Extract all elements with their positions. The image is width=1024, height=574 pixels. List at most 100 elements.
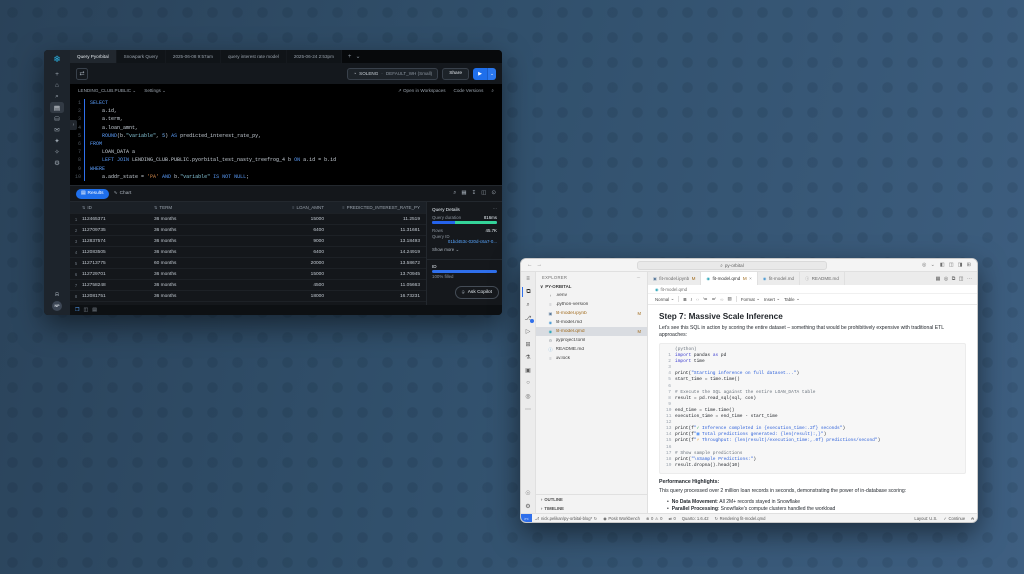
file-item-fit-model.md[interactable]: ◉fit-model.md — [536, 318, 647, 327]
link-icon[interactable]: ∞ — [720, 297, 723, 302]
panel-collapse-chevron[interactable]: › — [70, 120, 77, 130]
explorer-kebab-icon[interactable]: ⋯ — [637, 275, 642, 280]
editor-tab[interactable]: ◉fit-model.qmdM× — [701, 272, 757, 285]
search-icon[interactable]: ⌕ — [50, 91, 64, 102]
column-header[interactable]: ⇅ID — [82, 205, 154, 210]
notifications-bell-icon[interactable]: ⍾ — [968, 516, 977, 521]
context-selector[interactable]: ◔ SOLENG · DEFAULT_WH (Small) — [347, 68, 438, 80]
file-item-pyproject.toml[interactable]: ⚙pyproject.toml — [536, 336, 647, 345]
breadcrumb[interactable]: ◉ fit-model.qmd — [648, 285, 977, 294]
home-icon[interactable]: ⌂ — [50, 80, 64, 91]
table-row[interactable]: 811208175136 months1800016.73231 — [70, 291, 426, 302]
outline-section[interactable]: ›OUTLINE — [536, 495, 647, 504]
image-icon[interactable]: ▨ — [727, 296, 731, 302]
keyboard-layout-item[interactable]: Layout: U.S. — [911, 516, 940, 521]
italic-icon[interactable]: I — [691, 297, 692, 302]
file-item-README.md[interactable]: ⓘREADME.md — [536, 345, 647, 354]
search-icon[interactable]: ⌕ — [522, 300, 535, 310]
explorer-icon[interactable]: ⧉ — [522, 287, 535, 297]
run-cell-icon[interactable]: ◎ — [944, 276, 948, 282]
run-options-chevron[interactable]: ⌄ — [487, 68, 496, 80]
source-control-icon[interactable]: ⎇ — [522, 313, 535, 323]
table-row[interactable]: 611272970136 months1500013.70945 — [70, 269, 426, 280]
columns-icon[interactable]: ▦ — [461, 190, 466, 197]
worksheet-tab[interactable]: 2025-06-24 2:53pm — [287, 50, 342, 63]
git-branch-item[interactable]: ⎇ nick.pelikan/py-orbital-blog* ↻ — [532, 516, 601, 521]
query-id-link[interactable]: 01bd453c-020d-c6a7-0... — [432, 239, 497, 244]
panel-left-icon[interactable]: ◧ — [940, 262, 945, 268]
table-row[interactable]: 711275824836 months450011.05663 — [70, 280, 426, 291]
toggle-panel-icon[interactable]: ◫ — [959, 276, 964, 282]
column-header[interactable]: ≡PREDICTED_INTEREST_RATE_PY — [334, 205, 426, 210]
editor-tab[interactable]: ▣fit-model.ipynbM — [648, 272, 701, 285]
admin-gear-icon[interactable]: ⚙ — [50, 157, 64, 168]
open-preview-icon[interactable]: ▦ — [936, 276, 941, 282]
grid-panel-icon[interactable]: ▤ — [92, 307, 97, 313]
project-folder-row[interactable]: ∨ PY-ORBITAL — [536, 282, 647, 291]
file-item-.python-version[interactable]: ≡.python-version — [536, 300, 647, 309]
table-row[interactable]: 111246537136 months1500011.2519 — [70, 214, 426, 225]
open-in-workspaces-button[interactable]: ↗ Open in Workspaces — [398, 88, 446, 94]
remote-indicator[interactable]: >< — [521, 514, 532, 522]
new-tab-button[interactable]: + — [348, 54, 352, 60]
table-row[interactable]: 511271377560 months2000013.58672 — [70, 258, 426, 269]
nav-back-icon[interactable]: ← — [527, 262, 533, 268]
column-header[interactable]: ⇅TERM — [154, 205, 220, 210]
account-icon[interactable]: ☉ — [522, 488, 535, 498]
ai-ml-icon[interactable]: ✦ — [50, 135, 64, 146]
editor-tab[interactable]: ◉fit-model.md — [758, 272, 800, 285]
nav-forward-icon[interactable]: → — [537, 262, 543, 268]
table-dropdown[interactable]: Table⌄ — [784, 296, 800, 302]
circle-ext-icon[interactable]: ○ — [522, 378, 535, 388]
testing-icon[interactable]: ⚗ — [522, 352, 535, 362]
notebook-icon[interactable]: ▣ — [522, 365, 535, 375]
split-editor-icon[interactable]: ⧉ — [952, 276, 956, 282]
collaboration-icon[interactable]: ✉ — [50, 124, 64, 135]
quarto-version-item[interactable]: Quarto: 1.6.42 — [679, 516, 712, 521]
more-icon[interactable]: ⋯ — [522, 404, 535, 414]
download-icon[interactable]: ↧ — [472, 190, 477, 197]
close-tab-icon[interactable]: × — [749, 276, 752, 281]
file-item-.venv[interactable]: ›.venv — [536, 291, 647, 300]
settings-icon[interactable]: ⊙ — [491, 190, 496, 197]
share-button[interactable]: Share — [442, 68, 469, 80]
file-item-fit-model.qmd[interactable]: ◉fit-model.qmdM — [536, 327, 647, 336]
document-editor[interactable]: Step 7: Massive Scale Inference Let's se… — [648, 305, 977, 513]
create-plus-icon[interactable]: + — [50, 69, 64, 80]
notifications-bell-icon[interactable]: ⍾ — [50, 289, 64, 300]
continue-item[interactable]: ✓Continue — [940, 516, 968, 521]
insert-dropdown[interactable]: Insert⌄ — [764, 296, 780, 302]
paragraph-style-dropdown[interactable]: Normal⌄ — [655, 296, 674, 302]
run-button[interactable]: ▶ — [473, 68, 487, 80]
settings-dropdown[interactable]: Settings ⌄ — [144, 88, 166, 94]
editor-search-icon[interactable]: ⌕ — [491, 88, 494, 93]
rendering-item[interactable]: ↻ Rendering fit-model.qmd — [712, 516, 769, 521]
doc-panel-icon[interactable]: ❐ — [75, 307, 79, 313]
code-icon[interactable]: ‹› — [696, 297, 699, 302]
ask-copilot-button[interactable]: ⌾ Ask Copilot — [455, 286, 499, 299]
chevron-down-icon[interactable]: ⌄ — [931, 262, 935, 268]
code-versions-button[interactable]: Code Versions — [454, 88, 484, 93]
bullet-list-icon[interactable]: ≔ — [703, 296, 708, 302]
table-row[interactable]: 311283757436 months900013.18493 — [70, 236, 426, 247]
run-debug-icon[interactable]: ▷ — [522, 326, 535, 336]
posit-workbench-item[interactable]: ◉ Posit Workbench — [600, 516, 643, 521]
worksheet-tab[interactable]: query interest rate model — [221, 50, 287, 63]
panel-right-icon[interactable]: ◨ — [958, 262, 963, 268]
sql-editor[interactable]: 1SELECT2 a.id,3 a.term,4 a.loan_amnt,5 R… — [70, 97, 502, 185]
format-dropdown[interactable]: Format⌄ — [741, 296, 760, 302]
panel-bottom-icon[interactable]: ◫ — [949, 262, 954, 268]
settings-gear-icon[interactable]: ⚙ — [522, 501, 535, 511]
split-panel-icon[interactable]: ◫ — [83, 307, 88, 313]
table-row[interactable]: 411208350536 months640014.24919 — [70, 247, 426, 258]
worksheet-tab[interactable]: Query Pyorbital — [70, 50, 117, 63]
extensions-icon[interactable]: ⊞ — [522, 339, 535, 349]
results-tab[interactable]: ▤ Results — [76, 189, 109, 199]
bold-icon[interactable]: B — [683, 297, 686, 302]
ordered-list-icon[interactable]: ≕ — [712, 296, 717, 302]
objects-panel-toggle[interactable]: ⇄ — [76, 68, 88, 80]
copilot-sparkle-icon[interactable]: ✧ — [50, 146, 64, 157]
editor-layout-icon[interactable]: ⊞ — [967, 262, 971, 268]
account-icon[interactable]: ◎ — [922, 262, 927, 268]
more-actions-icon[interactable]: ⋯ — [967, 276, 972, 282]
